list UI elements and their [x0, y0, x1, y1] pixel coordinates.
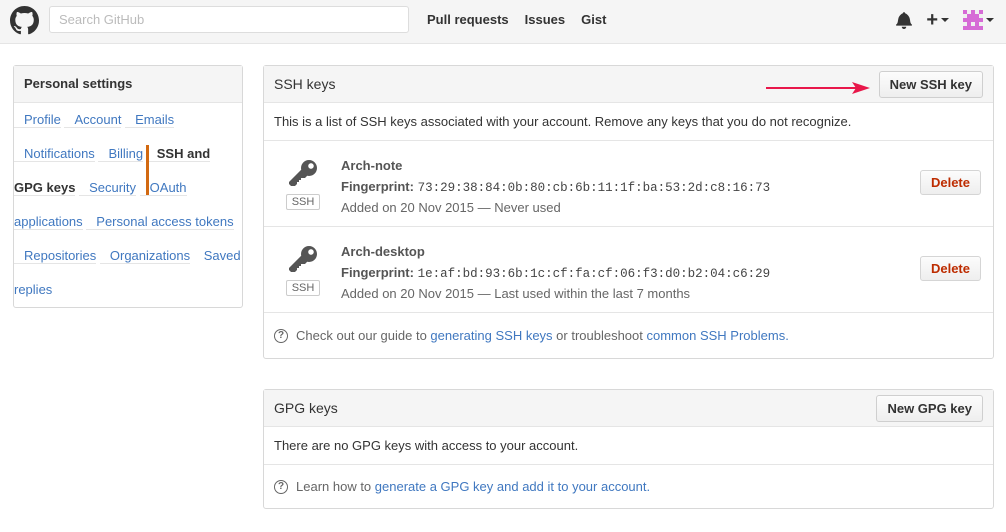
key-info: Arch-desktop Fingerprint: 1e:af:bd:93:6b…: [341, 242, 770, 305]
help-suffix: .: [646, 479, 651, 494]
help-suffix: .: [785, 328, 789, 343]
key-title: Arch-note: [341, 158, 403, 173]
key-fingerprint: Fingerprint: 73:29:38:84:0b:80:cb:6b:11:…: [341, 177, 770, 199]
fingerprint-value: 1e:af:bd:93:6b:1c:cf:fa:cf:06:f3:d0:b2:0…: [417, 266, 771, 281]
common-ssh-problems-link[interactable]: common SSH Problems: [647, 313, 786, 358]
key-icon: [289, 246, 317, 272]
key-added-date: Added on 20 Nov 2015 — Never used: [341, 200, 561, 215]
chevron-down-icon: [941, 18, 949, 22]
nav-pull-requests[interactable]: Pull requests: [427, 12, 509, 27]
fingerprint-label: Fingerprint:: [341, 178, 414, 194]
sidebar-item-emails[interactable]: Emails: [125, 112, 175, 128]
generating-ssh-keys-link[interactable]: generating SSH keys: [430, 313, 552, 358]
bell-icon[interactable]: [896, 11, 913, 29]
search-input[interactable]: [49, 6, 409, 33]
plus-icon: +: [926, 9, 938, 31]
sidebar-item-organizations[interactable]: Organizations: [99, 248, 191, 264]
ssh-help-text: ? Check out our guide to generating SSH …: [264, 313, 993, 358]
sidebar-item-notifications[interactable]: Notifications: [14, 146, 95, 162]
avatar: [963, 10, 983, 30]
key-title: Arch-desktop: [341, 244, 425, 259]
gpg-panel-header: GPG keys New GPG key: [264, 390, 993, 427]
user-menu[interactable]: [963, 10, 994, 30]
sidebar-item-repositories[interactable]: Repositories: [14, 248, 97, 264]
github-logo-icon[interactable]: [10, 6, 39, 35]
help-prefix: Learn how to: [296, 479, 375, 494]
annotation-arrow: [766, 82, 870, 94]
sidebar-item-security[interactable]: Security: [79, 180, 137, 196]
settings-sidebar: Personal settings Profile Account Emails…: [13, 65, 243, 308]
gpg-help-text: ? Learn how to generate a GPG key and ad…: [264, 465, 993, 508]
site-header: Pull requests Issues Gist +: [0, 0, 1006, 44]
ssh-badge: SSH: [285, 194, 321, 210]
question-icon: ?: [274, 328, 288, 343]
delete-key-button[interactable]: Delete: [919, 170, 981, 195]
key-icon-box: SSH: [284, 158, 322, 210]
ssh-panel-header: SSH keys New SSH key: [264, 66, 993, 103]
fingerprint-label: Fingerprint:: [341, 264, 414, 280]
nav-gist[interactable]: Gist: [581, 12, 606, 27]
generate-gpg-key-link[interactable]: generate a GPG key and add it to your ac…: [375, 464, 647, 509]
sidebar-item-billing[interactable]: Billing: [98, 146, 144, 162]
ssh-badge: SSH: [285, 280, 321, 296]
sidebar-item-account[interactable]: Account: [64, 112, 122, 128]
chevron-down-icon: [986, 18, 994, 22]
ssh-keys-title: SSH keys: [274, 76, 336, 92]
nav-issues[interactable]: Issues: [525, 12, 565, 27]
question-icon: ?: [274, 479, 288, 494]
help-middle: or troubleshoot: [552, 328, 647, 343]
sidebar-item-personal-access-tokens[interactable]: Personal access tokens: [86, 214, 234, 230]
key-fingerprint: Fingerprint: 1e:af:bd:93:6b:1c:cf:fa:cf:…: [341, 263, 770, 285]
delete-key-button[interactable]: Delete: [919, 256, 981, 281]
create-new-button[interactable]: +: [926, 9, 949, 31]
ssh-key-row: SSH Arch-desktop Fingerprint: 1e:af:bd:9…: [264, 227, 993, 313]
key-icon: [289, 160, 317, 186]
gpg-keys-title: GPG keys: [274, 400, 338, 416]
gpg-empty-text: There are no GPG keys with access to you…: [264, 427, 993, 465]
header-actions: +: [896, 10, 994, 30]
header-nav: Pull requests Issues Gist: [427, 12, 606, 27]
sidebar-item-profile[interactable]: Profile: [14, 112, 61, 128]
ssh-key-row: SSH Arch-note Fingerprint: 73:29:38:84:0…: [264, 141, 993, 227]
new-ssh-key-button[interactable]: New SSH key: [878, 71, 983, 98]
ssh-keys-panel: SSH keys New SSH key This is a list of S…: [263, 65, 994, 359]
gpg-keys-panel: GPG keys New GPG key There are no GPG ke…: [263, 389, 994, 509]
help-prefix: Check out our guide to: [296, 328, 431, 343]
key-icon-box: SSH: [284, 244, 322, 296]
key-info: Arch-note Fingerprint: 73:29:38:84:0b:80…: [341, 156, 770, 219]
ssh-description: This is a list of SSH keys associated wi…: [264, 103, 993, 141]
key-added-date: Added on 20 Nov 2015 — Last used within …: [341, 286, 691, 301]
new-gpg-key-button[interactable]: New GPG key: [876, 395, 983, 422]
fingerprint-value: 73:29:38:84:0b:80:cb:6b:11:1f:ba:53:2d:c…: [417, 180, 771, 195]
sidebar-title: Personal settings: [14, 66, 242, 103]
